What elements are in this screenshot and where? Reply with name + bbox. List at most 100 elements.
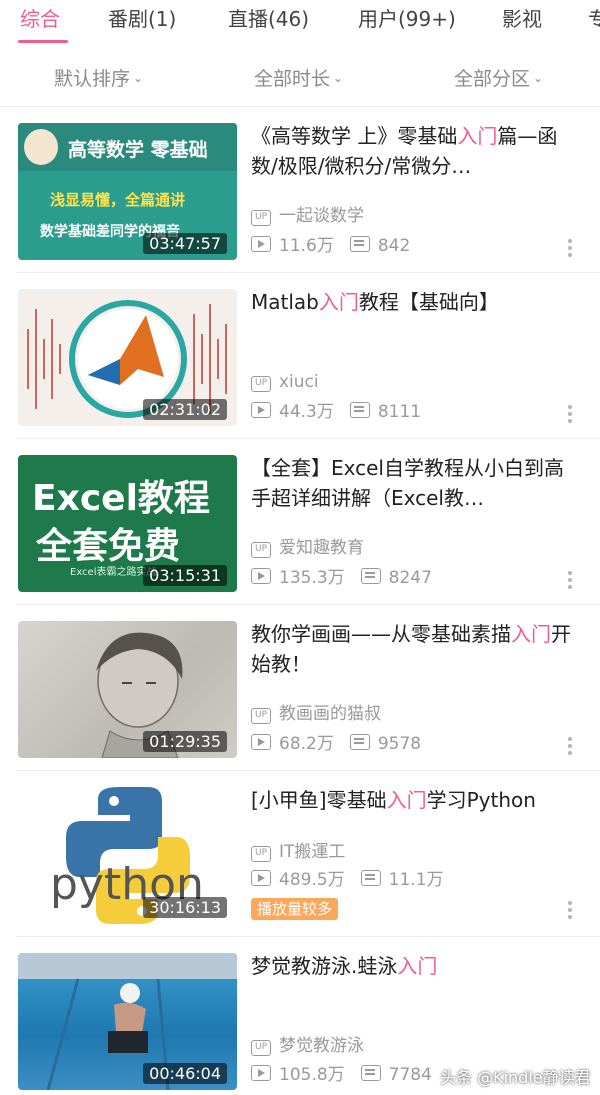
play-count-icon (251, 870, 271, 886)
active-tab-indicator (18, 40, 68, 43)
uploader-name: 梦觉教游泳 (279, 1036, 364, 1056)
uploader-name: 教画画的猫叔 (279, 704, 381, 724)
danmaku-icon (360, 568, 381, 584)
video-card[interactable]: 高等数学 零基础 浅显易懂，全篇通讲 数学基础差同学的福音 03:47:57 《… (0, 107, 600, 273)
up-icon: UP (251, 210, 271, 226)
video-title[interactable]: 《高等数学 上》零基础入门篇—函数/极限/微积分/常微分… (251, 121, 576, 181)
danmaku-count: 8247 (388, 568, 432, 588)
chevron-down-icon: ⌄ (333, 71, 344, 85)
video-card[interactable]: python 30:16:13 [小甲鱼]零基础入门学习Python UP IT搬… (0, 771, 600, 937)
thumb-subtitle: 全套免费 (36, 526, 181, 567)
video-thumbnail[interactable]: 01:29:35 (18, 621, 237, 758)
video-thumbnail[interactable]: Excel教程 全套免费 Excel表霸之路实战 03:15:31 (18, 455, 237, 592)
thumb-subtitle: 浅显易懂，全篇通讲 (50, 191, 186, 209)
chevron-down-icon: ⌄ (533, 71, 544, 85)
video-thumbnail[interactable]: 高等数学 零基础 浅显易懂，全篇通讲 数学基础差同学的福音 03:47:57 (18, 123, 237, 260)
category-dropdown[interactable]: 全部分区 ⌄ (454, 64, 543, 91)
video-title[interactable]: Matlab入门教程【基础向】 (251, 287, 576, 317)
stats-row: 489.5万 11.1万 (251, 869, 444, 891)
thumb-title: 高等数学 零基础 (68, 139, 208, 161)
uploader-name: IT搬運工 (279, 842, 346, 862)
uploader-row[interactable]: UP IT搬運工 (251, 841, 345, 863)
duration-dropdown[interactable]: 全部时长 ⌄ (254, 64, 343, 91)
danmaku-icon (349, 236, 370, 252)
tab-comprehensive[interactable]: 综合 (20, 4, 60, 34)
title-highlight: 入门 (511, 622, 551, 646)
video-duration: 02:31:02 (143, 399, 227, 420)
danmaku-count: 11.1万 (388, 870, 444, 890)
video-duration: 01:29:35 (143, 731, 227, 752)
title-text: 教你学画画——从零基础素描 (251, 622, 511, 646)
video-thumbnail[interactable]: python 30:16:13 (18, 787, 237, 924)
play-count-icon (251, 568, 271, 584)
view-count: 68.2万 (279, 734, 334, 754)
video-card[interactable]: 02:31:02 Matlab入门教程【基础向】 UP xiuci 44.3万 81… (0, 273, 600, 439)
stats-row: 68.2万 9578 (251, 733, 421, 755)
play-count-icon (251, 1065, 271, 1081)
more-options-icon[interactable] (566, 239, 574, 261)
title-highlight: 入门 (386, 788, 427, 812)
uploader-row[interactable]: UP 一起谈数学 (251, 205, 364, 227)
popular-badge: 播放量较多 (251, 898, 339, 920)
video-title[interactable]: 教你学画画——从零基础素描入门开始教！ (251, 619, 576, 679)
video-duration: 30:16:13 (143, 897, 227, 918)
category-tabs: 综合 番剧(1) 直播(46) 用户(99+) 影视 专 (0, 0, 600, 50)
danmaku-count: 8111 (377, 402, 422, 422)
video-card[interactable]: Excel教程 全套免费 Excel表霸之路实战 03:15:31 【全套】Ex… (0, 439, 600, 605)
title-text: 《高等数学 上》零基础 (251, 124, 458, 148)
uploader-row[interactable]: UP 教画画的猫叔 (251, 703, 381, 725)
uploader-row[interactable]: UP xiuci (251, 371, 319, 393)
tab-users[interactable]: 用户(99+) (358, 4, 456, 34)
uploader-name: 爱知趣教育 (279, 538, 364, 558)
play-count-icon (251, 402, 271, 418)
view-count: 135.3万 (279, 568, 345, 588)
sort-dropdown[interactable]: 默认排序 ⌄ (54, 64, 143, 91)
tab-live[interactable]: 直播(46) (228, 4, 309, 34)
uploader-row[interactable]: UP 梦觉教游泳 (251, 1035, 364, 1057)
view-count: 11.6万 (279, 236, 334, 256)
danmaku-icon (349, 734, 370, 750)
video-card[interactable]: 01:29:35 教你学画画——从零基础素描入门开始教！ UP 教画画的猫叔 68… (0, 605, 600, 771)
title-text: [小甲鱼]零基础 (251, 788, 387, 812)
title-text: 梦觉教游泳.蛙泳 (251, 954, 398, 978)
title-highlight: 入门 (457, 124, 498, 148)
filter-bar: 默认排序 ⌄ 全部时长 ⌄ 全部分区 ⌄ (0, 58, 600, 102)
play-count-icon (251, 236, 271, 252)
watermark: 头条 @Kindle静读君 (440, 1068, 591, 1087)
more-options-icon[interactable] (566, 571, 574, 593)
sort-label: 默认排序 (54, 68, 131, 90)
title-text: 学习Python (426, 788, 536, 812)
up-icon: UP (251, 1040, 271, 1056)
thumb-title: Excel教程 (32, 478, 210, 519)
more-options-icon[interactable] (566, 901, 574, 923)
more-options-icon[interactable] (566, 405, 574, 427)
tab-movies[interactable]: 影视 (502, 4, 542, 34)
cartoon-avatar-icon (24, 129, 58, 165)
stats-row: 44.3万 8111 (251, 401, 421, 423)
up-icon: UP (251, 846, 271, 862)
video-title[interactable]: [小甲鱼]零基础入门学习Python (251, 785, 576, 815)
chevron-down-icon: ⌄ (133, 71, 144, 85)
view-count: 105.8万 (279, 1065, 345, 1085)
tab-bangumi[interactable]: 番剧(1) (108, 4, 176, 34)
video-thumbnail[interactable]: 02:31:02 (18, 289, 237, 426)
category-label: 全部分区 (454, 68, 531, 90)
more-options-icon[interactable] (566, 737, 574, 759)
danmaku-count: 7784 (388, 1065, 432, 1085)
video-duration: 00:46:04 (143, 1063, 227, 1084)
title-highlight: 入门 (318, 290, 359, 314)
title-highlight: 入门 (397, 954, 438, 978)
stats-row: 11.6万 842 (251, 235, 410, 257)
title-text: Matlab (251, 290, 319, 314)
video-title[interactable]: 梦觉教游泳.蛙泳入门 (251, 951, 576, 981)
video-duration: 03:47:57 (143, 233, 227, 254)
danmaku-icon (360, 1065, 381, 1081)
video-title[interactable]: 【全套】Excel自学教程从小白到高手超详细讲解（Excel教… (251, 453, 576, 513)
danmaku-count: 9578 (377, 734, 422, 754)
stats-row: 135.3万 8247 (251, 567, 432, 589)
tab-special[interactable]: 专 (588, 4, 600, 34)
up-icon: UP (251, 708, 271, 724)
video-duration: 03:15:31 (143, 565, 227, 586)
video-thumbnail[interactable]: 00:46:04 (18, 953, 237, 1090)
uploader-row[interactable]: UP 爱知趣教育 (251, 537, 364, 559)
